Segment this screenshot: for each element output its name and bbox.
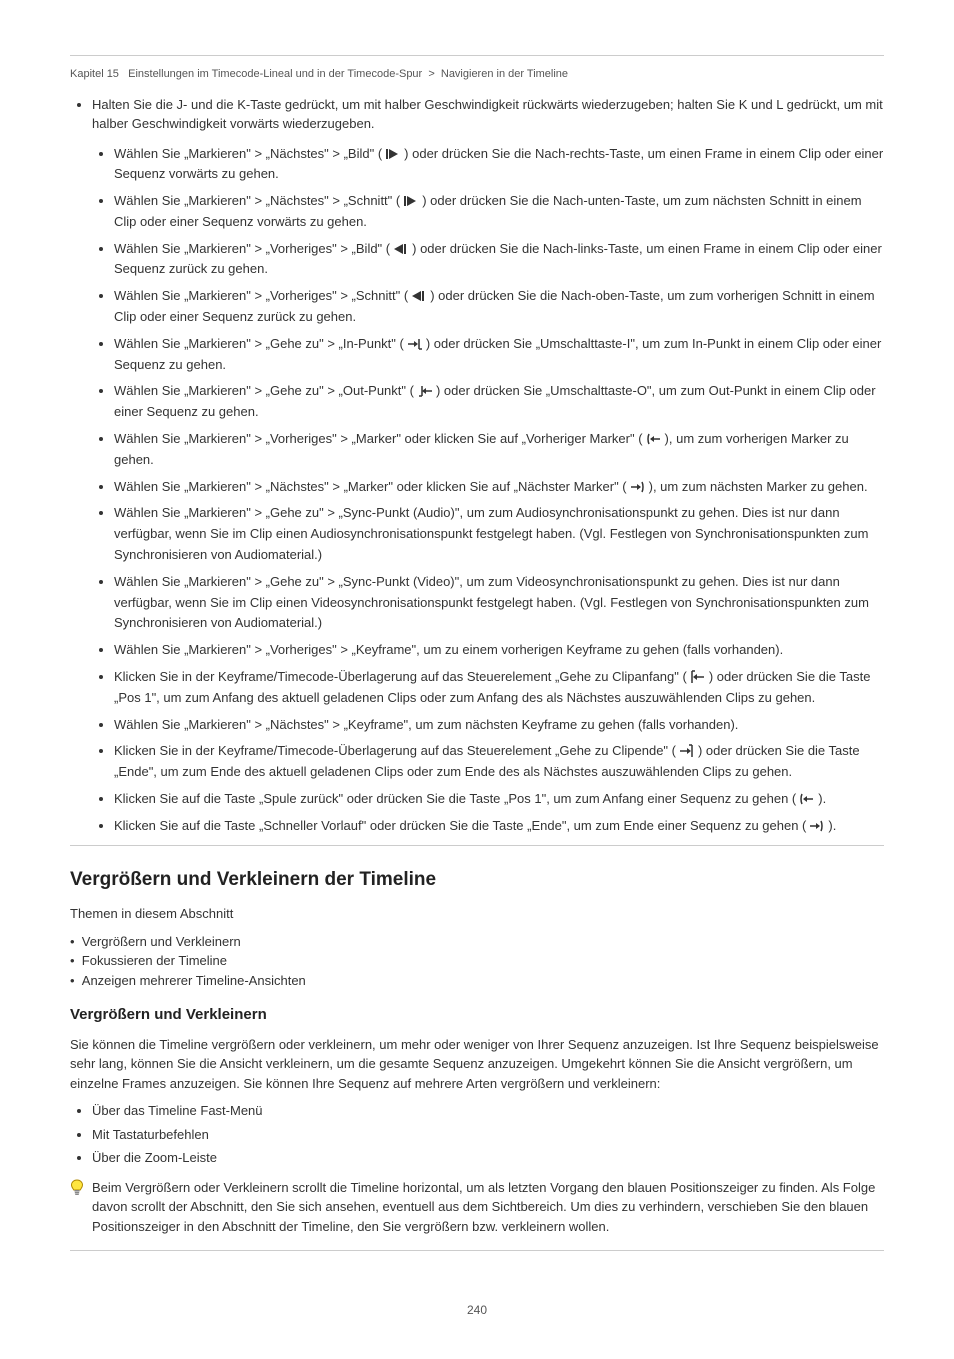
zoom-method-2: Mit Tastaturbefehlen — [92, 1125, 884, 1145]
toc-label: Themen in diesem Abschnitt — [70, 904, 884, 924]
nav-bullet-14: Klicken Sie auf die Taste „Spule zurück"… — [114, 789, 884, 810]
clip-start-icon — [689, 670, 707, 684]
nav-bullet-7: Wählen Sie „Markieren" > „Nächstes" > „M… — [114, 477, 884, 498]
nav-bullet-8: Wählen Sie „Markieren" > „Gehe zu" > „Sy… — [114, 503, 884, 565]
tip-row: Beim Vergrößern oder Verkleinern scrollt… — [70, 1178, 884, 1237]
prev-marker-icon — [645, 432, 663, 446]
crumb-sub: Navigieren in der Timeline — [441, 68, 568, 80]
nav-bullet-15: Klicken Sie auf die Taste „Schneller Vor… — [114, 816, 884, 837]
lightbulb-icon — [70, 1179, 84, 1203]
goto-in-icon — [406, 337, 424, 351]
intro-item: Halten Sie die J- und die K-Taste gedrüc… — [92, 95, 884, 837]
toc-1[interactable]: Vergrößern und Verkleinern — [82, 934, 241, 949]
intro-text: Halten Sie die J- und die K-Taste gedrüc… — [92, 97, 883, 132]
section2-p1: Sie können die Timeline vergrößern oder … — [70, 1035, 884, 1094]
nav-bullet-9: Wählen Sie „Markieren" > „Gehe zu" > „Sy… — [114, 572, 884, 634]
prev-edit-icon — [410, 289, 428, 303]
goto-out-icon — [416, 384, 434, 398]
subsection-title: Vergrößern und Verkleinern — [70, 1004, 884, 1027]
crumb-chapter: Kapitel 15 — [70, 68, 119, 80]
ffwd-icon — [808, 819, 826, 833]
breadcrumb: Kapitel 15 Einstellungen im Timecode-Lin… — [70, 66, 884, 83]
nav-bullet-3: Wählen Sie „Markieren" > „Vorheriges" > … — [114, 286, 884, 328]
mid-rule — [70, 845, 884, 846]
toc-3[interactable]: Anzeigen mehrerer Timeline-Ansichten — [82, 973, 306, 988]
nav-bullet-1: Wählen Sie „Markieren" > „Nächstes" > „S… — [114, 191, 884, 233]
step-back-icon — [392, 242, 410, 256]
nav-bullet-4: Wählen Sie „Markieren" > „Gehe zu" > „In… — [114, 334, 884, 376]
page-number: 240 — [70, 1301, 884, 1319]
nav-bullet-13: Klicken Sie in der Keyframe/Timecode-Übe… — [114, 741, 884, 783]
section2-title: Vergrößern und Verkleinern der Timeline — [70, 866, 884, 895]
inner-list: Wählen Sie „Markieren" > „Nächstes" > „B… — [92, 144, 884, 837]
nav-bullet-11: Klicken Sie in der Keyframe/Timecode-Übe… — [114, 667, 884, 709]
clip-end-icon — [678, 744, 696, 758]
next-marker-icon — [629, 480, 647, 494]
crumb-section: Einstellungen im Timecode-Lineal und in … — [128, 68, 422, 80]
rewind-icon — [798, 792, 816, 806]
toc-2[interactable]: Fokussieren der Timeline — [82, 953, 227, 968]
step-fwd-icon — [384, 147, 402, 161]
zoom-method-3: Über die Zoom-Leiste — [92, 1148, 884, 1168]
zoom-methods-list: Über das Timeline Fast-Menü Mit Tastatur… — [70, 1101, 884, 1168]
outer-list: Halten Sie die J- und die K-Taste gedrüc… — [70, 95, 884, 837]
tip-text: Beim Vergrößern oder Verkleinern scrollt… — [92, 1178, 884, 1237]
nav-bullet-12: Wählen Sie „Markieren" > „Nächstes" > „K… — [114, 715, 884, 736]
nav-bullet-10: Wählen Sie „Markieren" > „Vorheriges" > … — [114, 640, 884, 661]
next-edit-icon — [402, 194, 420, 208]
nav-bullet-5: Wählen Sie „Markieren" > „Gehe zu" > „Ou… — [114, 381, 884, 423]
top-rule — [70, 55, 884, 56]
bottom-rule — [70, 1250, 884, 1251]
nav-bullet-2: Wählen Sie „Markieren" > „Vorheriges" > … — [114, 239, 884, 281]
nav-bullet-0: Wählen Sie „Markieren" > „Nächstes" > „B… — [114, 144, 884, 186]
nav-bullet-6: Wählen Sie „Markieren" > „Vorheriges" > … — [114, 429, 884, 471]
zoom-method-1: Über das Timeline Fast-Menü — [92, 1101, 884, 1121]
